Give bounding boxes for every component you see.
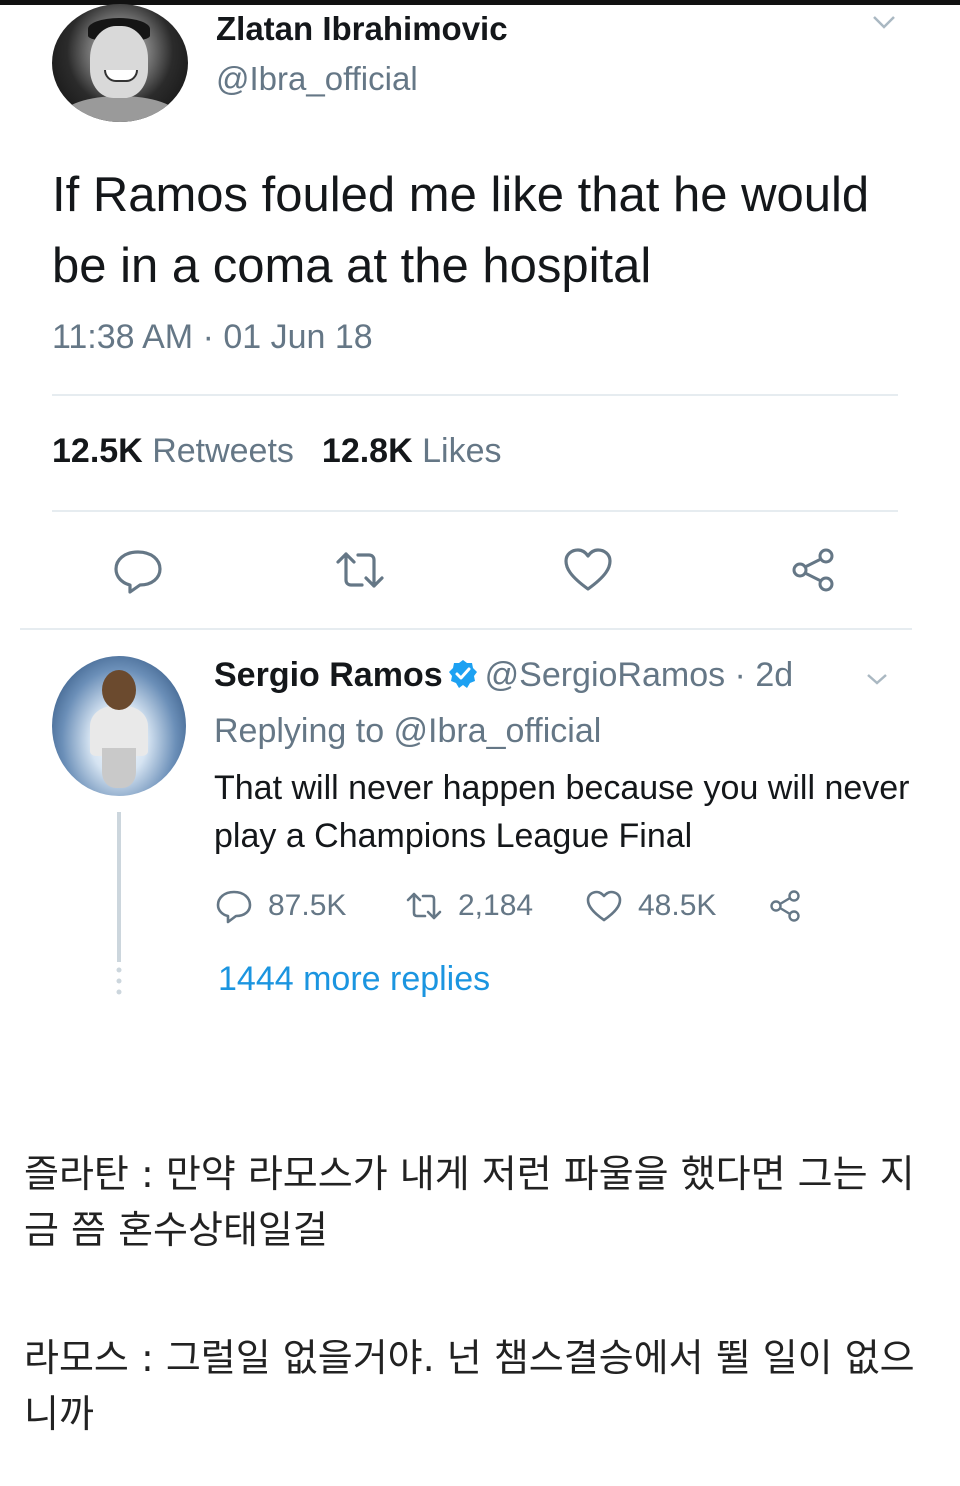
share-icon[interactable] xyxy=(786,542,842,598)
caption-line-zlatan: 즐라탄 : 만약 라모스가 내게 저런 파울을 했다면 그는 지금 쯤 혼수상태… xyxy=(24,1152,915,1252)
top-edge-bar xyxy=(0,0,960,5)
reply-author-name[interactable]: Sergio Ramos xyxy=(214,656,443,694)
reply-author-avatar[interactable] xyxy=(52,656,186,796)
reply-like-button[interactable]: 48.5K xyxy=(584,886,716,926)
author-name[interactable]: Zlatan Ibrahimovic xyxy=(216,10,508,48)
chevron-down-icon[interactable] xyxy=(862,668,892,690)
retweet-icon xyxy=(406,892,442,920)
reply-retweet-button[interactable]: 2,184 xyxy=(404,886,533,926)
reply-handle-time[interactable]: @SergioRamos · 2d xyxy=(485,656,794,694)
author-handle[interactable]: @Ibra_official xyxy=(216,60,418,98)
retweet-icon[interactable] xyxy=(332,542,388,598)
reply-likes-count: 48.5K xyxy=(638,889,717,922)
caption-line-ramos: 라모스 : 그럴일 없을거야. 넌 챔스결승에서 뛸 일이 없으니까 xyxy=(24,1336,915,1436)
verified-badge-icon xyxy=(448,660,477,688)
retweets-label[interactable]: Retweets xyxy=(152,432,294,470)
reply-icon[interactable] xyxy=(110,542,166,598)
more-replies-link[interactable]: 1444 more replies xyxy=(218,960,490,999)
divider xyxy=(20,628,912,630)
reply-text: That will never happen because you will … xyxy=(214,769,910,855)
like-icon[interactable] xyxy=(560,542,616,598)
thread-dots-icon xyxy=(116,967,122,995)
retweets-count[interactable]: 12.5K xyxy=(52,432,143,470)
reply-replies-count: 87.5K xyxy=(268,889,347,922)
like-icon xyxy=(586,890,622,922)
share-icon[interactable] xyxy=(766,886,806,926)
likes-count[interactable]: 12.8K xyxy=(322,432,413,470)
reply-retweets-count: 2,184 xyxy=(458,889,534,922)
divider xyxy=(52,510,898,512)
author-avatar[interactable] xyxy=(52,4,188,122)
reply-replies-button[interactable]: 87.5K xyxy=(214,886,346,926)
reply-icon xyxy=(216,890,252,924)
chevron-down-icon[interactable] xyxy=(868,10,900,34)
reply-header: Sergio Ramos @SergioRamos · 2d xyxy=(214,656,793,695)
replying-to[interactable]: Replying to @Ibra_official xyxy=(214,712,601,751)
tweet-text: If Ramos fouled me like that he would be… xyxy=(52,168,870,293)
tweet-timestamp[interactable]: 11:38 AM · 01 Jun 18 xyxy=(52,318,373,357)
likes-label[interactable]: Likes xyxy=(422,432,501,470)
engagement-stats: 12.5K Retweets 12.8K Likes xyxy=(52,432,501,471)
thread-line xyxy=(117,812,121,962)
divider xyxy=(52,394,898,396)
